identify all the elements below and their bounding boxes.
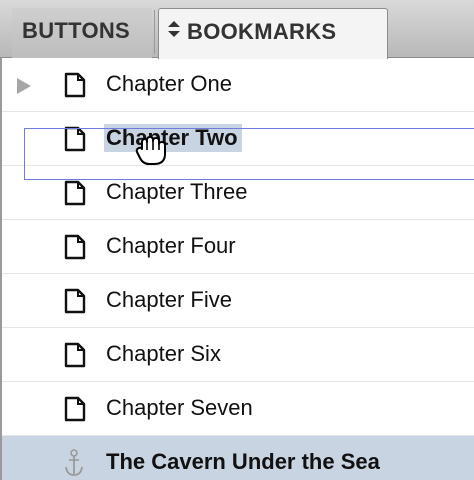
tab-divider [154, 10, 155, 54]
bookmark-label: The Cavern Under the Sea [106, 449, 380, 474]
tab-buttons-label: BUTTONS [22, 18, 131, 43]
bookmark-label: Chapter Four [106, 233, 236, 258]
page-icon [64, 288, 86, 319]
tab-buttons[interactable]: BUTTONS [12, 8, 152, 58]
bookmark-label: Chapter Five [106, 287, 232, 312]
page-icon [64, 180, 86, 211]
bookmark-item[interactable]: Chapter Four [2, 220, 474, 274]
page-icon [64, 126, 86, 157]
tab-bookmarks[interactable]: BOOKMARKS [158, 8, 388, 59]
bookmark-label: Chapter Six [106, 341, 221, 366]
anchor-icon [62, 448, 86, 480]
expand-triangle-icon[interactable] [16, 77, 32, 100]
page-icon [64, 234, 86, 265]
bookmark-list: Chapter One Chapter Two Chapter Three Ch… [2, 58, 474, 480]
bookmark-label: Chapter One [106, 71, 232, 96]
bookmark-item[interactable]: Chapter Five [2, 274, 474, 328]
panel-tab-bar: BUTTONS BOOKMARKS [0, 0, 474, 59]
bookmark-item-selected[interactable]: The Cavern Under the Sea [2, 436, 474, 480]
page-icon [64, 72, 86, 103]
bookmark-label: Chapter Two [104, 124, 242, 152]
grab-hand-cursor-icon [134, 134, 170, 173]
bookmark-item[interactable]: Chapter One [2, 58, 474, 112]
bookmark-item[interactable]: Chapter Seven [2, 382, 474, 436]
bookmark-item-dragging[interactable]: Chapter Two [2, 112, 474, 166]
up-down-arrows-icon [167, 8, 181, 54]
bookmark-item[interactable]: Chapter Three [2, 166, 474, 220]
bookmarks-panel: BUTTONS BOOKMARKS Chapter One Chapter Tw… [0, 0, 474, 480]
page-icon [64, 342, 86, 373]
bookmark-label: Chapter Seven [106, 395, 253, 420]
tab-bookmarks-label: BOOKMARKS [187, 19, 337, 44]
bookmark-label: Chapter Three [106, 179, 248, 204]
page-icon [64, 396, 86, 427]
bookmark-item[interactable]: Chapter Six [2, 328, 474, 382]
